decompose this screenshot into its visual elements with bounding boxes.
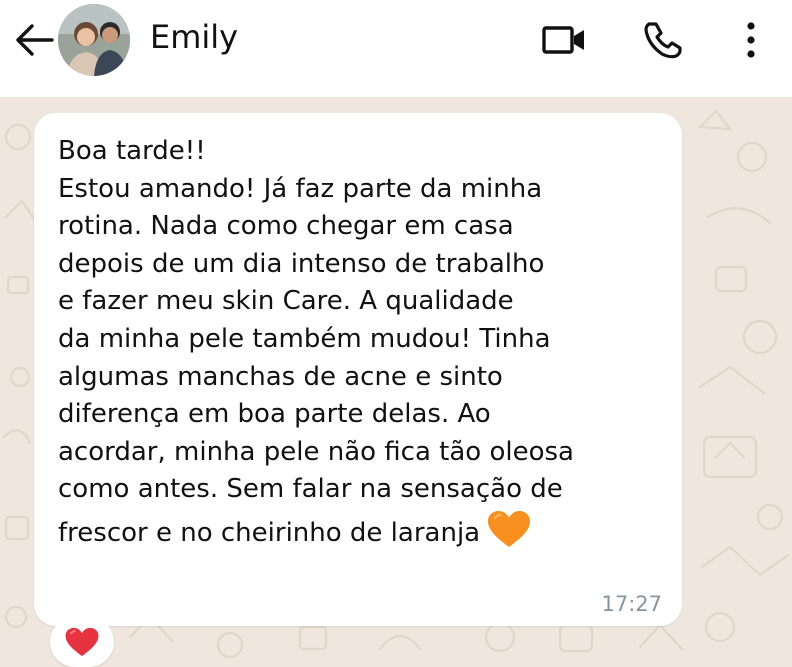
chat-header: Emily <box>0 0 792 97</box>
video-call-button[interactable] <box>540 22 590 58</box>
red-heart-icon <box>65 627 99 657</box>
message-timestamp: 17:27 <box>601 592 662 616</box>
more-vertical-icon <box>747 22 755 58</box>
more-options-button[interactable] <box>736 18 766 62</box>
orange-heart-icon <box>486 509 532 561</box>
phone-icon <box>644 22 682 59</box>
message-reaction[interactable] <box>50 617 114 667</box>
contact-name[interactable]: Emily <box>150 18 238 56</box>
back-button[interactable] <box>12 22 56 58</box>
avatar-photo <box>58 4 130 76</box>
message-text: Boa tarde!! Estou amando! Já faz parte d… <box>58 133 668 561</box>
voice-call-button[interactable] <box>640 18 686 62</box>
arrow-left-icon <box>16 24 54 56</box>
message-body: Boa tarde!! Estou amando! Já faz parte d… <box>58 136 574 548</box>
video-camera-icon <box>542 26 584 54</box>
message-bubble[interactable]: Boa tarde!! Estou amando! Já faz parte d… <box>34 113 682 626</box>
contact-avatar[interactable] <box>58 4 130 76</box>
